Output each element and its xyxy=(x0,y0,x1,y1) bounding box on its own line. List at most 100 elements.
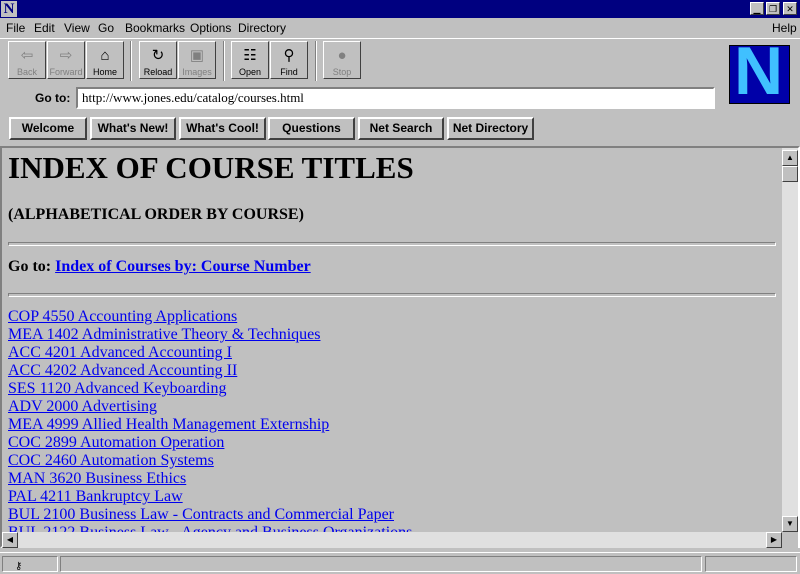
list-item: BUL 2122 Business Law - Agency and Busin… xyxy=(8,524,412,532)
home-button[interactable]: ⌂ Home xyxy=(86,41,124,79)
location-input[interactable]: http://www.jones.edu/catalog/courses.htm… xyxy=(76,87,715,109)
course-link[interactable]: PAL 4211 Bankruptcy Law xyxy=(8,488,183,505)
course-link[interactable]: COP 4550 Accounting Applications xyxy=(8,308,237,325)
home-icon: ⌂ xyxy=(100,47,110,64)
list-item: PAL 4211 Bankruptcy Law xyxy=(8,488,412,506)
whats-new-button[interactable]: What's New! xyxy=(90,117,176,140)
course-link[interactable]: ADV 2000 Advertising xyxy=(8,398,157,415)
forward-label: Forward xyxy=(49,67,83,77)
progress-cell xyxy=(705,556,797,572)
scroll-down-button[interactable]: ▼ xyxy=(782,516,798,532)
horizontal-rule xyxy=(8,293,776,297)
stop-icon: ● xyxy=(337,47,347,64)
menu-help[interactable]: Help xyxy=(772,21,797,35)
list-item: ACC 4202 Advanced Accounting II xyxy=(8,362,412,380)
course-link[interactable]: BUL 2122 Business Law - Agency and Busin… xyxy=(8,524,412,532)
course-number-index-link[interactable]: Index of Courses by: Course Number xyxy=(55,258,311,275)
course-list: COP 4550 Accounting Applications MEA 140… xyxy=(8,308,412,532)
course-link[interactable]: COC 2899 Automation Operation xyxy=(8,434,224,451)
toolbar-separator xyxy=(223,41,225,81)
course-link[interactable]: BUL 2100 Business Law - Contracts and Co… xyxy=(8,506,394,523)
status-bar: ⚷ xyxy=(0,552,800,574)
stop-label: Stop xyxy=(332,67,352,77)
scrollbar-corner xyxy=(782,532,798,548)
questions-button[interactable]: Questions xyxy=(268,117,355,140)
horizontal-rule xyxy=(8,242,776,246)
menu-file[interactable]: File xyxy=(6,21,25,35)
back-button[interactable]: ⇦ Back xyxy=(8,41,46,79)
netscape-app-icon[interactable]: N xyxy=(1,1,17,17)
back-arrow-icon: ⇦ xyxy=(20,47,34,64)
vertical-scrollbar[interactable]: ▲ ▼ xyxy=(782,148,798,532)
list-item: MAN 3620 Business Ethics xyxy=(8,470,412,488)
images-label: Images xyxy=(182,67,212,77)
menu-directory[interactable]: Directory xyxy=(238,21,286,35)
scroll-left-button[interactable]: ◀ xyxy=(2,532,18,548)
images-button[interactable]: ▣ Images xyxy=(178,41,216,79)
reload-button[interactable]: ↻ Reload xyxy=(139,41,177,79)
toolbar-separator xyxy=(315,41,317,81)
course-link[interactable]: MAN 3620 Business Ethics xyxy=(8,470,186,487)
page-title: INDEX OF COURSE TITLES xyxy=(8,150,414,185)
course-link[interactable]: SES 1120 Advanced Keyboarding xyxy=(8,380,226,397)
reload-icon: ↻ xyxy=(151,47,165,64)
welcome-button[interactable]: Welcome xyxy=(9,117,87,140)
open-label: Open xyxy=(238,67,262,77)
forward-arrow-icon: ⇨ xyxy=(59,47,73,64)
reload-label: Reload xyxy=(143,67,173,77)
course-link[interactable]: ACC 4202 Advanced Accounting II xyxy=(8,362,237,379)
security-key-icon: ⚷ xyxy=(15,561,23,572)
close-button[interactable]: ✕ xyxy=(783,2,797,15)
whats-cool-button[interactable]: What's Cool! xyxy=(179,117,266,140)
horizontal-scrollbar[interactable]: ◀ ▶ xyxy=(2,532,782,548)
home-label: Home xyxy=(92,67,117,77)
toolbar-separator xyxy=(130,41,132,81)
course-link[interactable]: ACC 4201 Advanced Accounting I xyxy=(8,344,232,361)
scroll-thumb[interactable] xyxy=(782,166,798,182)
course-link[interactable]: MEA 4999 Allied Health Management Extern… xyxy=(8,416,329,433)
menu-bar: File Edit View Go Bookmarks Options Dire… xyxy=(0,18,800,38)
forward-button[interactable]: ⇨ Forward xyxy=(47,41,85,79)
back-label: Back xyxy=(16,67,37,77)
list-item: COC 2899 Automation Operation xyxy=(8,434,412,452)
open-icon: ☷ xyxy=(243,47,257,64)
page-content: INDEX OF COURSE TITLES (ALPHABETICAL ORD… xyxy=(2,148,782,532)
list-item: MEA 4999 Allied Health Management Extern… xyxy=(8,416,412,434)
menu-edit[interactable]: Edit xyxy=(34,21,55,35)
page-subtitle: (ALPHABETICAL ORDER BY COURSE) xyxy=(8,206,304,223)
list-item: SES 1120 Advanced Keyboarding xyxy=(8,380,412,398)
list-item: ADV 2000 Advertising xyxy=(8,398,412,416)
list-item: ACC 4201 Advanced Accounting I xyxy=(8,344,412,362)
find-button[interactable]: ⚲ Find xyxy=(270,41,308,79)
goto-line: Go to: Index of Courses by: Course Numbe… xyxy=(8,258,311,276)
open-button[interactable]: ☷ Open xyxy=(231,41,269,79)
list-item: MEA 1402 Administrative Theory & Techniq… xyxy=(8,326,412,344)
net-directory-button[interactable]: Net Directory xyxy=(447,117,534,140)
menu-go[interactable]: Go xyxy=(98,21,114,35)
toolbar-area: ⇦ Back ⇨ Forward ⌂ Home ↻ Reload ▣ Image… xyxy=(0,38,800,145)
menu-bookmarks[interactable]: Bookmarks xyxy=(125,21,185,35)
location-label: Go to: xyxy=(35,91,71,105)
scroll-up-button[interactable]: ▲ xyxy=(782,150,798,166)
title-bar: N ▁ ❐ ✕ xyxy=(0,0,800,18)
scroll-right-button[interactable]: ▶ xyxy=(766,532,782,548)
status-message xyxy=(60,556,702,572)
security-cell: ⚷ xyxy=(2,556,58,572)
images-icon: ▣ xyxy=(189,47,205,64)
find-label: Find xyxy=(280,67,298,77)
course-link[interactable]: MEA 1402 Administrative Theory & Techniq… xyxy=(8,326,320,343)
goto-label: Go to: xyxy=(8,258,52,275)
minimize-button[interactable]: ▁ xyxy=(750,2,764,15)
list-item: COC 2460 Automation Systems xyxy=(8,452,412,470)
stop-button[interactable]: ● Stop xyxy=(323,41,361,79)
menu-options[interactable]: Options xyxy=(190,21,231,35)
restore-button[interactable]: ❐ xyxy=(766,2,780,15)
net-search-button[interactable]: Net Search xyxy=(358,117,444,140)
netscape-logo[interactable]: N xyxy=(729,45,790,104)
logo-letter: N xyxy=(734,45,784,104)
menu-view[interactable]: View xyxy=(64,21,90,35)
list-item: COP 4550 Accounting Applications xyxy=(8,308,412,326)
find-icon: ⚲ xyxy=(283,47,295,64)
course-link[interactable]: COC 2460 Automation Systems xyxy=(8,452,214,469)
list-item: BUL 2100 Business Law - Contracts and Co… xyxy=(8,506,412,524)
